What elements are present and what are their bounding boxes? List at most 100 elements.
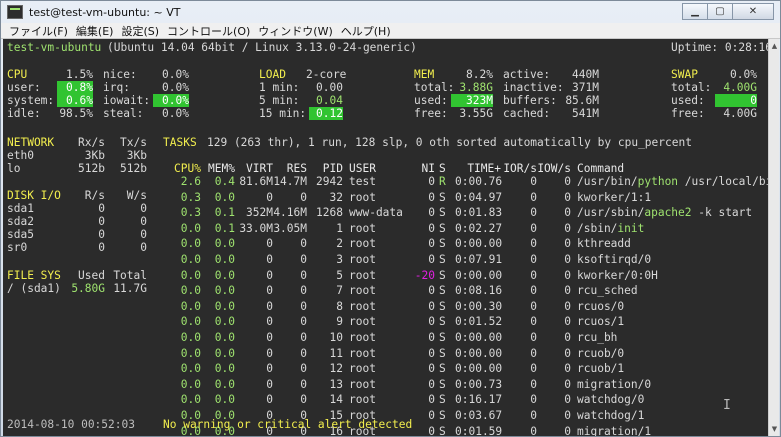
col-virt[interactable]: VIRT (239, 162, 273, 175)
disk-name: sda5 (7, 228, 34, 241)
title-bar[interactable]: test@test-vm-ubuntu: ~ VT ▁ ▢ ✕ (1, 1, 780, 23)
process-cpu: 0.0 (180, 221, 201, 235)
process-virt: 0 (266, 393, 273, 407)
menu-window[interactable]: ウィンドウ(W) (258, 23, 332, 39)
menu-file[interactable]: ファイル(F) (9, 23, 68, 39)
process-mem: 0.0 (214, 346, 235, 360)
cpu-system: 0.6% (57, 94, 93, 107)
process-ior: 0 (530, 268, 537, 282)
process-cpu: 0.0 (180, 346, 201, 360)
tasks-summary: 129 (263 thr), 1 run, 128 slp, 0 oth sor… (207, 136, 692, 149)
scroll-down-icon[interactable]: ▼ (770, 424, 779, 434)
process-mem: 0.0 (214, 315, 235, 329)
process-pid: 2 (336, 237, 343, 251)
mem-used-label: used: (414, 94, 448, 107)
process-ior: 0 (530, 299, 537, 313)
process-time: 0:03.67 (455, 409, 503, 422)
cpu-idle: 98.5% (59, 107, 93, 120)
process-time: 0:07.91 (455, 253, 503, 266)
cpu-iowait-label: iowait: (103, 94, 151, 107)
process-mem: 0.1 (214, 206, 235, 220)
command-path: ksoftirqd/0 (577, 253, 652, 266)
swap-free-label: free: (671, 107, 705, 120)
process-nice: 0 (428, 221, 435, 235)
mem-active: 440M (572, 68, 599, 81)
cpu-user-label: user: (7, 81, 41, 94)
process-pid: 3 (336, 253, 343, 266)
col-iow[interactable]: IOW/s (537, 162, 571, 175)
network-iface: eth0 (7, 149, 34, 162)
menu-edit[interactable]: 編集(E) (76, 23, 114, 39)
process-cpu: 0.0 (180, 253, 201, 266)
col-ni[interactable]: NI (413, 162, 435, 175)
process-user: root (349, 331, 376, 344)
disk-read: 0 (98, 241, 105, 254)
process-pid: 14 (329, 393, 343, 407)
col-s[interactable]: S (439, 162, 446, 175)
process-time: 0:00.00 (455, 331, 503, 344)
menu-help[interactable]: ヘルプ(H) (341, 23, 391, 39)
network-iface: lo (7, 162, 21, 175)
process-command: watchdog/0 (577, 393, 644, 406)
disk-write: 0 (140, 241, 147, 254)
fs-title: FILE SYS (7, 269, 61, 282)
command-name: init (617, 221, 645, 235)
process-user: test (349, 175, 376, 188)
process-ior: 0 (530, 253, 537, 266)
col-ior[interactable]: IOR/s (503, 162, 537, 175)
process-command: /sbin/init (577, 222, 644, 235)
process-nice: 0 (428, 377, 435, 391)
process-ior: 0 (530, 362, 537, 376)
process-user: root (349, 299, 376, 313)
col-pid[interactable]: PID (311, 162, 343, 175)
minimize-button[interactable]: ▁ (682, 3, 708, 20)
disk-write: 0 (140, 215, 147, 228)
command-path: rcuos/1 (577, 315, 625, 329)
process-state: R (439, 175, 446, 188)
process-virt: 33.0M (239, 221, 273, 235)
mem-free-label: free: (414, 107, 448, 120)
process-state: S (439, 237, 446, 251)
process-cpu: 0.0 (180, 377, 201, 391)
process-command: rcu_sched (577, 284, 638, 297)
col-command[interactable]: Command (577, 162, 624, 175)
process-state: S (439, 331, 446, 344)
process-mem: 0.0 (214, 268, 235, 282)
close-button[interactable]: ✕ (732, 3, 774, 20)
process-state: S (439, 315, 446, 329)
scroll-up-icon[interactable]: ▲ (770, 41, 779, 51)
process-res: 0 (300, 284, 307, 298)
process-time: 0:02.27 (455, 221, 503, 235)
process-command: kworker/0:0H (577, 269, 658, 282)
terminal-app-icon[interactable] (7, 5, 23, 19)
disk-name: sda2 (7, 215, 34, 228)
process-virt: 81.6M (239, 175, 273, 188)
process-virt: 352M (246, 206, 273, 220)
process-nice: 0 (428, 393, 435, 407)
process-state: S (439, 346, 446, 360)
hostname: test-vm-ubuntu (7, 41, 102, 54)
process-state: S (439, 190, 446, 204)
col-res[interactable]: RES (273, 162, 307, 175)
col-mem[interactable]: MEM% (207, 162, 235, 175)
process-state: S (439, 253, 446, 266)
vertical-scrollbar[interactable]: ▲ ▼ (768, 39, 779, 436)
process-command: rcu_bh (577, 331, 617, 344)
process-mem: 0.0 (214, 377, 235, 391)
menu-control[interactable]: コントロール(O) (167, 23, 250, 39)
process-user: root (349, 253, 376, 266)
col-time[interactable]: TIME+ (455, 162, 501, 175)
col-user[interactable]: USER (349, 162, 376, 175)
maximize-button[interactable]: ▢ (707, 3, 733, 20)
process-command: kthreadd (577, 237, 631, 250)
process-command: rcuob/1 (577, 362, 624, 375)
disk-read: 0 (98, 215, 105, 228)
process-ior: 0 (530, 175, 537, 188)
process-time: 0:04.97 (455, 190, 503, 204)
disk-write: 0 (140, 202, 147, 215)
col-cpu[interactable]: CPU% (173, 162, 201, 175)
network-rx-header: Rx/s (78, 136, 105, 149)
fs-total: 11.7G (113, 282, 147, 295)
terminal-screen[interactable]: test-vm-ubuntu (Ubuntu 14.04 64bit / Lin… (3, 39, 769, 436)
menu-settings[interactable]: 設定(S) (121, 23, 159, 39)
